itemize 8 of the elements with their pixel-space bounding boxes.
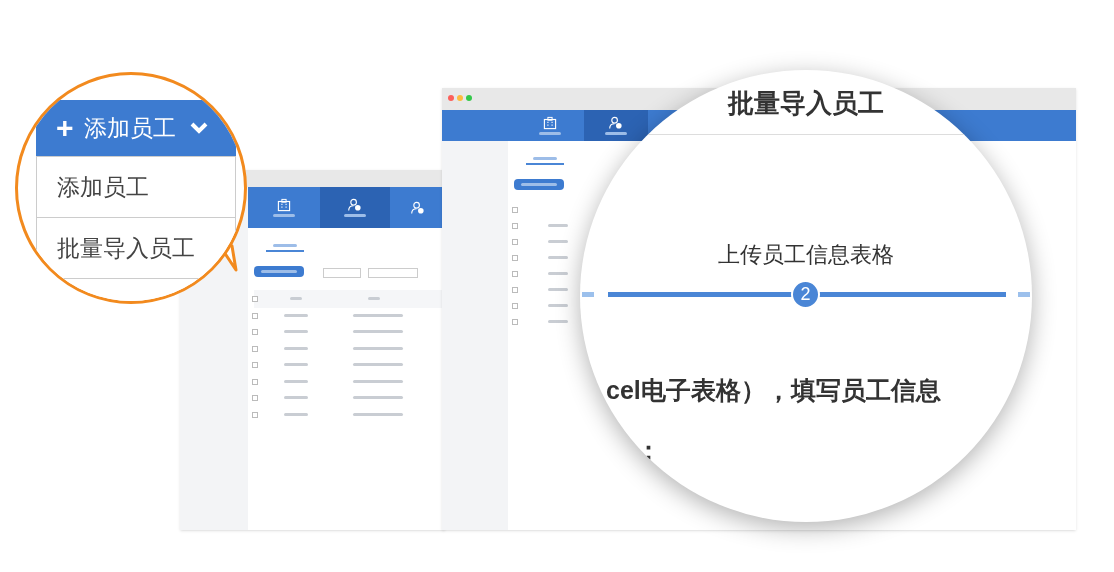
dialog-title: 批量导入员工 bbox=[726, 90, 885, 116]
instruction-text: cel电子表格），填写员工信息 bbox=[606, 378, 941, 403]
menu-item[interactable]: 批量导入员工 bbox=[37, 218, 235, 279]
plus-icon: + bbox=[56, 113, 74, 143]
add-employee-button[interactable]: + 添加员工 bbox=[36, 100, 236, 156]
menu-item[interactable]: 添加员工 bbox=[37, 157, 235, 218]
step-label: 上传员工信息表格 bbox=[717, 244, 895, 266]
step-badge: 2 bbox=[791, 280, 820, 309]
